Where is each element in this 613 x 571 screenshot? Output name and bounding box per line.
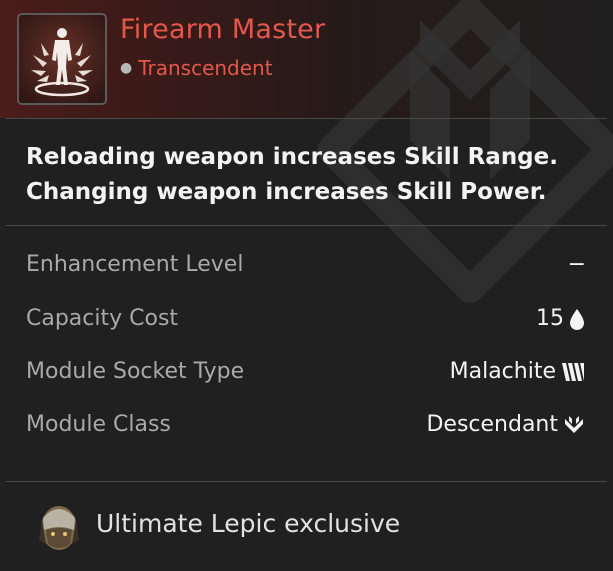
stat-value: Malachite <box>450 359 586 384</box>
malachite-socket-icon <box>562 362 584 381</box>
module-description: Reloading weapon increases Skill Range. … <box>26 140 586 210</box>
drop-icon <box>570 308 584 330</box>
stat-label: Capacity Cost <box>26 306 179 331</box>
exclusive-note: Ultimate Lepic exclusive <box>96 509 401 538</box>
stat-row-capacity-cost: Capacity Cost 15 <box>26 306 586 340</box>
stat-value: − <box>568 252 586 277</box>
capacity-cost-value: 15 <box>536 306 564 331</box>
stat-label: Enhancement Level <box>26 252 244 277</box>
stat-label: Module Class <box>26 412 171 437</box>
lepic-portrait-icon <box>39 506 79 550</box>
module-tier-label: Transcendent <box>138 56 273 80</box>
module-tooltip: Firearm Master ● Transcendent Reloading w… <box>0 0 613 571</box>
description-line: Reloading weapon increases Skill Range. <box>26 144 558 170</box>
stat-value: Descendant <box>426 412 586 437</box>
stat-label: Module Socket Type <box>26 359 245 384</box>
enhancement-level-value: − <box>567 252 586 277</box>
module-icon <box>17 13 107 105</box>
description-line: Changing weapon increases Skill Power. <box>26 179 547 205</box>
header-divider <box>6 118 607 119</box>
stats-divider <box>6 481 607 482</box>
module-tier: ● Transcendent <box>120 56 273 80</box>
bullet-icon: ● <box>120 60 133 76</box>
socket-type-value: Malachite <box>449 359 556 384</box>
stat-value: 15 <box>536 306 586 331</box>
description-divider <box>6 225 607 226</box>
module-class-value: Descendant <box>426 412 558 437</box>
stat-row-enhancement-level: Enhancement Level − <box>26 252 586 286</box>
stat-row-module-class: Module Class Descendant <box>26 412 586 446</box>
descendant-class-icon <box>565 415 583 433</box>
descendant-figure-icon <box>31 28 93 97</box>
stat-row-socket-type: Module Socket Type Malachite <box>26 359 586 393</box>
module-name: Firearm Master <box>120 14 326 45</box>
